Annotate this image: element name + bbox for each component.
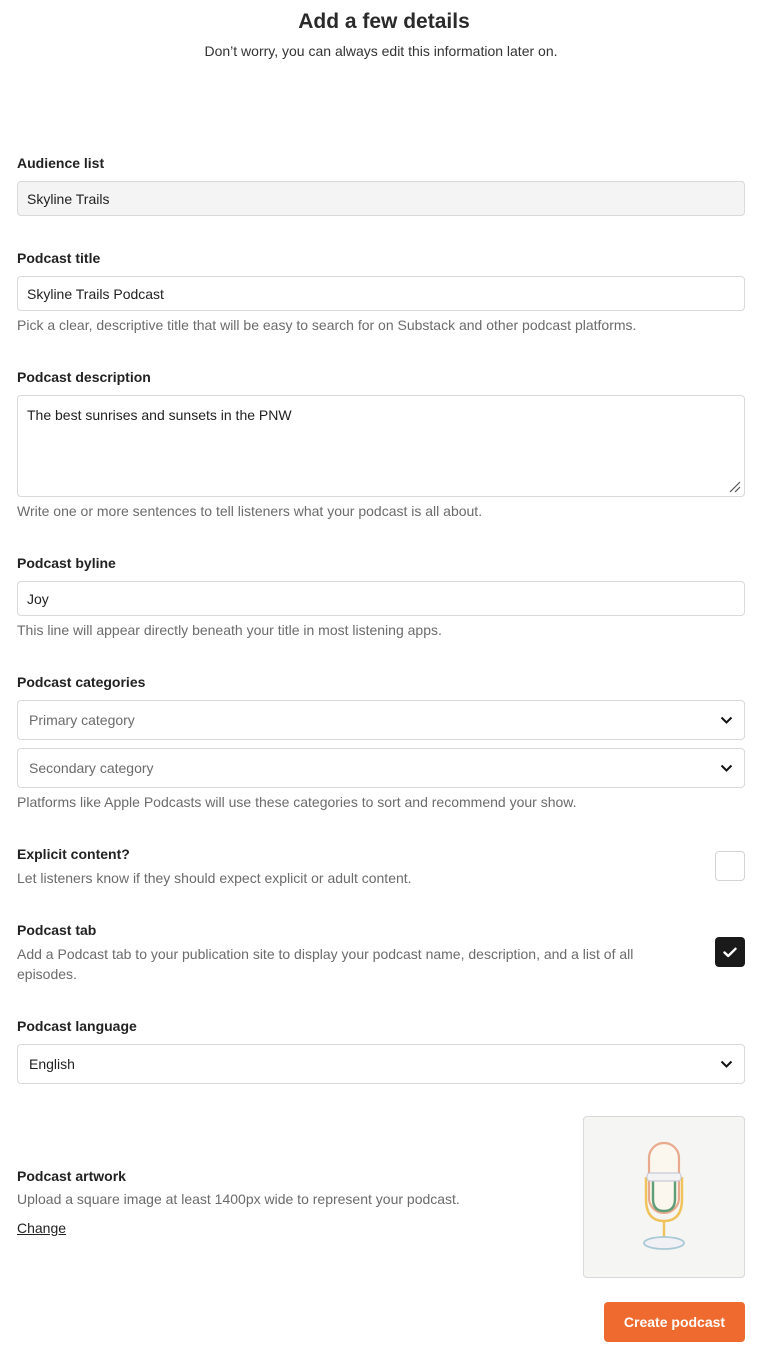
podcast-artwork-help: Upload a square image at least 1400px wi… xyxy=(17,1191,460,1207)
explicit-content-help: Let listeners know if they should expect… xyxy=(17,870,412,886)
podcast-tab-help: Add a Podcast tab to your publication si… xyxy=(17,946,634,982)
podcast-description-textarea[interactable]: The best sunrises and sunsets in the PNW xyxy=(17,395,745,497)
podcast-title-help: Pick a clear, descriptive title that wil… xyxy=(17,317,637,333)
audience-list-label: Audience list xyxy=(17,155,105,171)
page-subtitle: Don’t worry, you can always edit this in… xyxy=(204,43,558,59)
audience-list-field: Skyline Trails xyxy=(17,181,745,216)
podcast-artwork-image[interactable] xyxy=(583,1116,745,1278)
podcast-language-label: Podcast language xyxy=(17,1018,137,1034)
page-title: Add a few details xyxy=(298,10,470,33)
podcast-description-help: Write one or more sentences to tell list… xyxy=(17,503,483,519)
podcast-description-label: Podcast description xyxy=(17,369,151,385)
podcast-categories-label: Podcast categories xyxy=(17,674,146,690)
podcast-tab-label: Podcast tab xyxy=(17,922,97,938)
chevron-down-icon xyxy=(719,1057,733,1071)
podcast-byline-label: Podcast byline xyxy=(17,555,116,571)
resize-grip-icon[interactable] xyxy=(729,481,741,493)
podcast-description-text: The best sunrises and sunsets in the PNW xyxy=(27,407,292,423)
podcast-artwork-label: Podcast artwork xyxy=(17,1168,126,1184)
podcast-title-label: Podcast title xyxy=(17,250,101,266)
podcast-categories-help: Platforms like Apple Podcasts will use t… xyxy=(17,794,577,810)
create-podcast-button[interactable]: Create podcast xyxy=(604,1302,745,1342)
explicit-content-checkbox[interactable] xyxy=(715,851,745,881)
secondary-category-placeholder: Secondary category xyxy=(29,760,154,776)
checkmark-icon xyxy=(723,947,737,957)
chevron-down-icon xyxy=(719,761,733,775)
secondary-category-select[interactable]: Secondary category xyxy=(17,748,745,788)
podcast-tab-checkbox[interactable] xyxy=(715,937,745,967)
podcast-language-value: English xyxy=(29,1056,75,1072)
podcast-byline-help: This line will appear directly beneath y… xyxy=(17,622,442,638)
change-artwork-link[interactable]: Change xyxy=(17,1220,66,1236)
podcast-byline-input[interactable]: Joy xyxy=(17,581,745,616)
chevron-down-icon xyxy=(719,713,733,727)
primary-category-placeholder: Primary category xyxy=(29,712,135,728)
primary-category-select[interactable]: Primary category xyxy=(17,700,745,740)
explicit-content-label: Explicit content? xyxy=(17,846,130,862)
microphone-icon xyxy=(643,1141,685,1250)
podcast-language-select[interactable]: English xyxy=(17,1044,745,1084)
podcast-title-input[interactable]: Skyline Trails Podcast xyxy=(17,276,745,311)
